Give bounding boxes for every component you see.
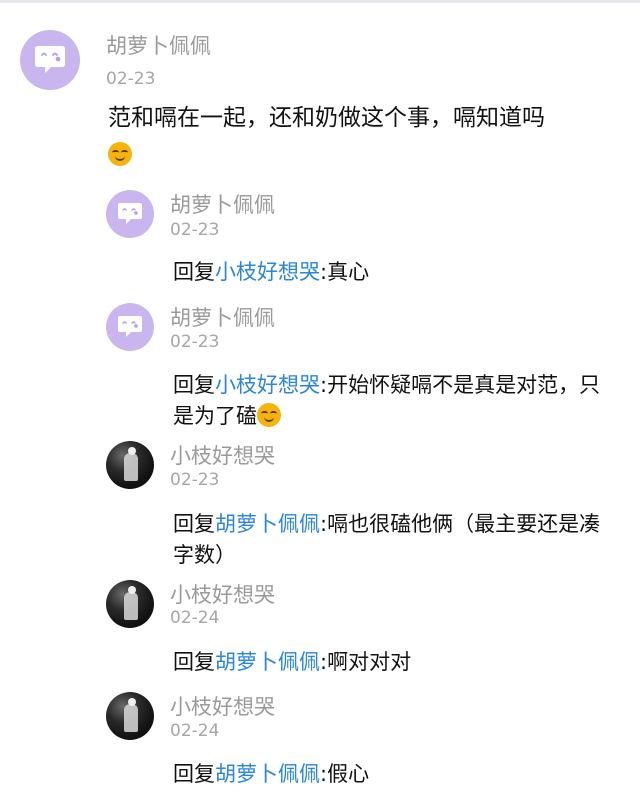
reply-author-name[interactable]: 胡萝卜佩佩 (170, 192, 275, 218)
reply-date: 02-23 (170, 332, 220, 352)
reply-text: 回复胡萝卜佩佩:啊对对对 (173, 647, 613, 678)
reply-author-name[interactable]: 小枝好想哭 (170, 582, 275, 608)
reply-target-link[interactable]: 胡萝卜佩佩 (215, 762, 320, 786)
bubble-avatar-icon (118, 203, 142, 224)
bubble-avatar-icon (118, 316, 142, 337)
reply-content: :假心 (320, 762, 370, 786)
bubble-avatar-icon (35, 46, 65, 73)
reply-target-link[interactable]: 小枝好想哭 (215, 373, 320, 397)
reply-content: :啊对对对 (320, 650, 412, 674)
avatar[interactable] (106, 190, 154, 238)
reply-text: 回复胡萝卜佩佩:假心 (173, 759, 613, 790)
avatar[interactable] (106, 580, 154, 628)
reply-date: 02-23 (170, 470, 220, 490)
reply-author-name[interactable]: 小枝好想哭 (170, 443, 275, 469)
reply-author-name[interactable]: 小枝好想哭 (170, 694, 275, 720)
reply-date: 02-23 (170, 220, 220, 240)
reply-text: 回复小枝好想哭:真心 (173, 257, 613, 288)
avatar[interactable] (106, 303, 154, 351)
smirk-emoji-icon (257, 403, 281, 427)
reply-prefix: 回复 (173, 512, 215, 536)
reply-prefix: 回复 (173, 650, 215, 674)
avatar[interactable] (106, 441, 154, 489)
avatar[interactable] (106, 692, 154, 740)
avatar[interactable] (20, 30, 80, 90)
reply-date: 02-24 (170, 608, 220, 628)
reply-target-link[interactable]: 小枝好想哭 (215, 260, 320, 284)
reply-text: 回复小枝好想哭:开始怀疑嗝不是真是对范，只是为了磕 (173, 370, 613, 432)
reply-prefix: 回复 (173, 260, 215, 284)
reply-target-link[interactable]: 胡萝卜佩佩 (215, 512, 320, 536)
reply-text: 回复胡萝卜佩佩:嗝也很磕他俩（最主要还是凑字数） (173, 509, 613, 571)
reply-author-name[interactable]: 胡萝卜佩佩 (170, 305, 275, 331)
reply-prefix: 回复 (173, 373, 215, 397)
reply-content: :真心 (320, 260, 370, 284)
comment-text: 范和嗝在一起，还和奶做这个事，嗝知道吗 (108, 100, 618, 174)
smirk-emoji-icon (108, 142, 132, 166)
reply-date: 02-24 (170, 721, 220, 741)
author-name[interactable]: 胡萝卜佩佩 (106, 33, 211, 59)
comment-content: 范和嗝在一起，还和奶做这个事，嗝知道吗 (108, 105, 545, 131)
reply-prefix: 回复 (173, 762, 215, 786)
top-divider (0, 0, 640, 3)
reply-target-link[interactable]: 胡萝卜佩佩 (215, 650, 320, 674)
comment-date: 02-23 (106, 69, 156, 89)
